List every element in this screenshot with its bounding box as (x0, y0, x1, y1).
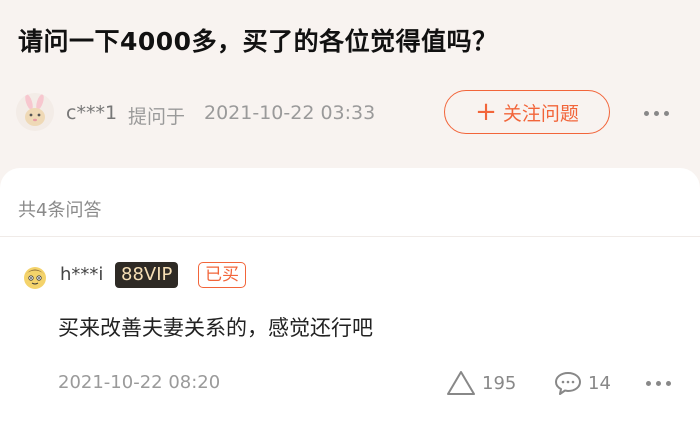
follow-button-label: 关注问题 (502, 102, 579, 125)
answer-time: 2021-10-22 08:20 (58, 372, 221, 393)
follow-question-button[interactable]: + 关注问题 (444, 90, 610, 134)
bought-badge: 已买 (198, 262, 246, 288)
answers-count-header: 共4条问答 (18, 200, 102, 221)
answer-more-options-icon[interactable] (646, 378, 676, 388)
cartoon-avatar-icon[interactable] (22, 264, 48, 290)
asked-prefix: 提问于 (128, 106, 186, 128)
divider (0, 236, 700, 237)
answers-card: 共4条问答 h***i 88VIP 已买 买来改善夫妻关系的，感觉还行吧 202… (0, 168, 700, 428)
question-title: 请问一下4000多，买了的各位觉得值吗？ (18, 27, 498, 56)
bunny-avatar-icon[interactable] (16, 93, 54, 131)
thumbs-up-icon (447, 371, 475, 395)
asked-time: 2021-10-22 03:33 (204, 102, 376, 124)
comment-count: 14 (588, 372, 611, 394)
answerer-name[interactable]: h***i (60, 264, 103, 285)
asker-row: c***1 提问于 2021-10-22 03:33 + 关注问题 (16, 90, 688, 136)
like-count: 195 (482, 372, 517, 394)
asker-name[interactable]: c***1 (66, 102, 117, 124)
like-button[interactable]: 195 (446, 368, 516, 398)
vip-badge: 88VIP (115, 262, 179, 288)
answer-text: 买来改善夫妻关系的，感觉还行吧 (58, 316, 373, 340)
plus-icon: + (475, 97, 497, 127)
comment-button[interactable]: 14 (554, 368, 611, 398)
more-options-icon[interactable] (644, 108, 674, 118)
comment-icon (555, 372, 581, 395)
